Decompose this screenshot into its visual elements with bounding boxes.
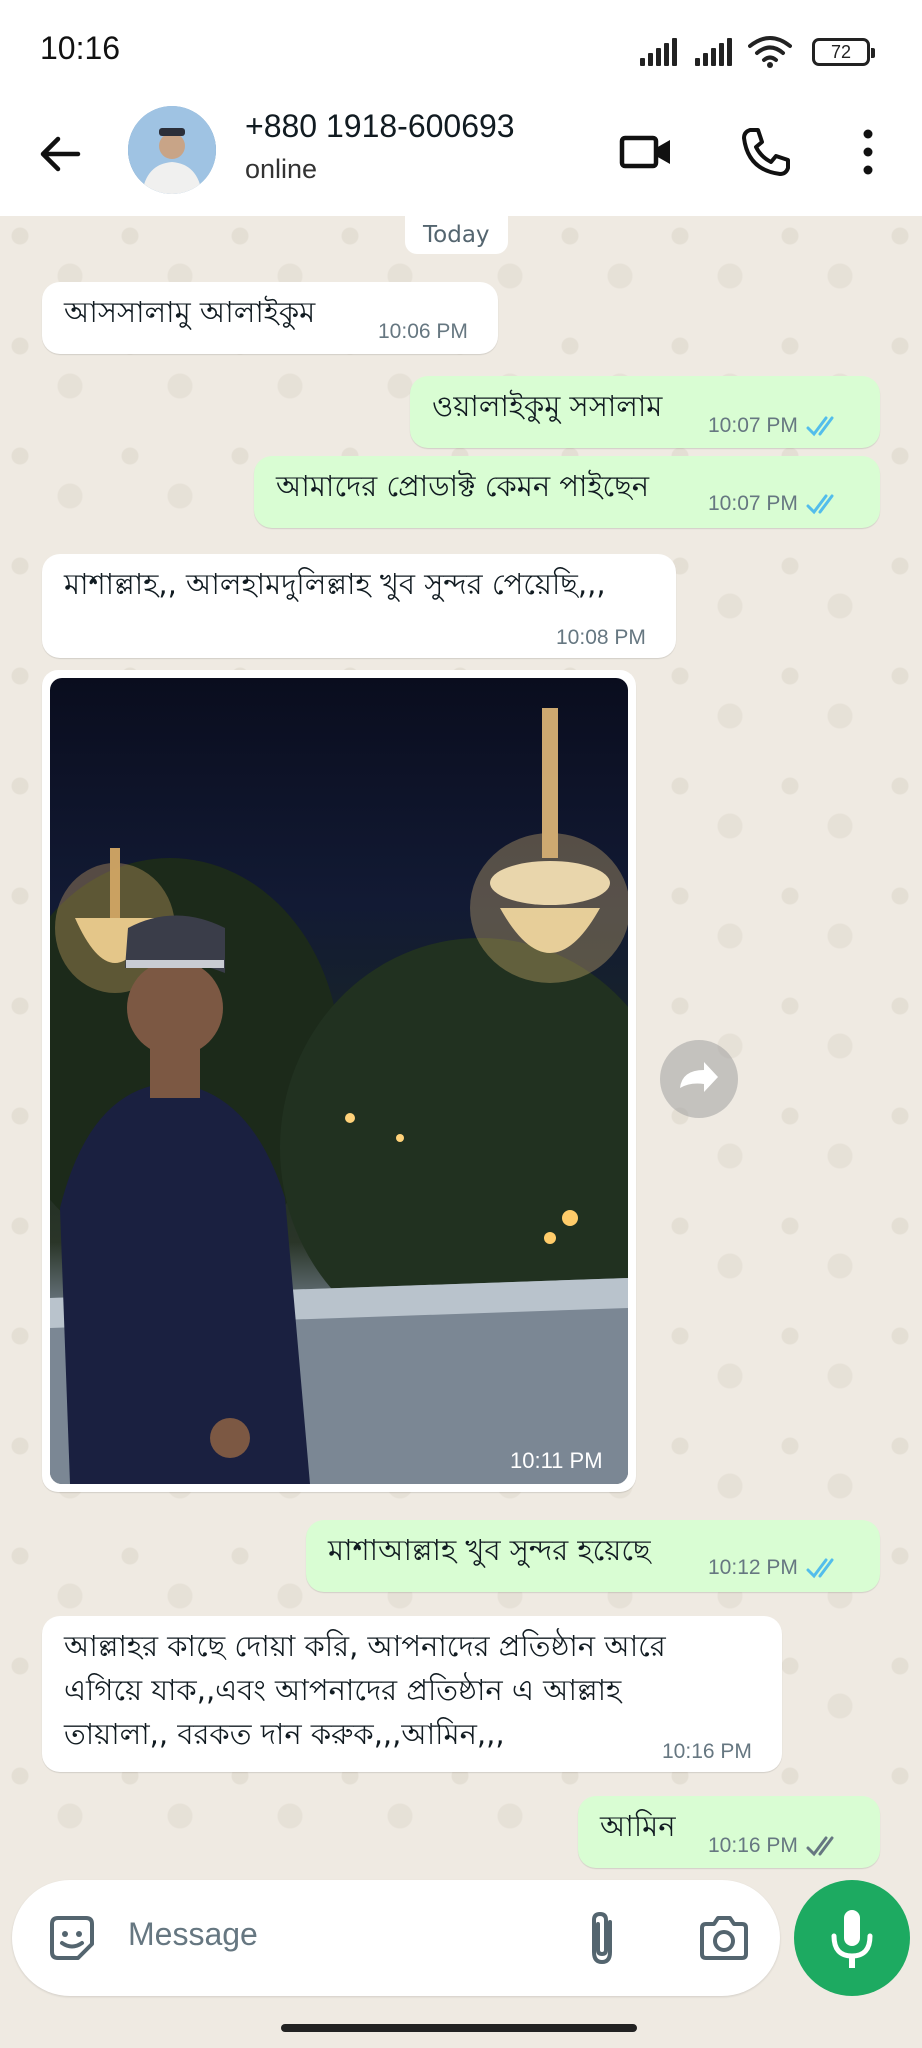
more-vertical-icon[interactable] (838, 122, 898, 182)
video-camera-icon[interactable] (616, 122, 676, 182)
status-icons: 72 (640, 32, 875, 72)
arrow-left-icon[interactable] (30, 124, 90, 184)
photo-thumbnail[interactable]: 10:11 PM (50, 678, 628, 1484)
message-time: 10:16 PM (662, 1740, 752, 1763)
message-text: আমিন (600, 1809, 676, 1843)
contact-name[interactable]: +880 1918-600693 (245, 108, 515, 145)
signal-icon (640, 38, 677, 66)
message-text-line: এগিয়ে যাক,,এবং আপনাদের প্রতিষ্ঠান এ আল্… (64, 1673, 622, 1707)
paperclip-icon[interactable] (582, 1908, 622, 1968)
message-text: আসসালামু আলাইকুম (64, 295, 316, 329)
image-time: 10:11 PM (510, 1448, 603, 1473)
message-time: 10:08 PM (556, 626, 646, 649)
microphone-icon (831, 1910, 873, 1968)
chat-header: +880 1918-600693 online (0, 100, 922, 216)
signal-icon-2 (695, 38, 732, 66)
message-time: 10:06 PM (378, 320, 468, 343)
forward-icon (680, 1062, 718, 1092)
message-time: 10:16 PM (708, 1834, 846, 1858)
date-divider: Today (405, 216, 508, 254)
message-text: আমাদের প্রোডাক্ট কেমন পাইছেন (276, 469, 650, 503)
read-receipt-icon (806, 1558, 834, 1579)
message-text: মাশাআল্লাহ খুব সুন্দর হয়েছে (328, 1533, 651, 1567)
photo-illustration (50, 708, 628, 1484)
message-text-line: আল্লাহর কাছে দোয়া করি, আপনাদের প্রতিষ্ঠ… (64, 1629, 666, 1663)
wifi-icon (748, 36, 792, 68)
microphone-button[interactable] (794, 1880, 910, 1996)
battery-level: 72 (830, 41, 852, 62)
battery-indicator: 72 (812, 38, 875, 66)
avatar-image (128, 106, 216, 194)
message-time: 10:07 PM (708, 414, 846, 438)
message-input-bar: Message (12, 1880, 780, 1996)
message-text: মাশাল্লাহ,, আলহামদুলিল্লাহ খুব সুন্দর পে… (64, 567, 606, 601)
image-message[interactable]: 10:11 PM (42, 670, 636, 1492)
contact-status: online (245, 154, 318, 184)
message-time: 10:07 PM (708, 492, 846, 516)
message-input[interactable]: Message (128, 1916, 258, 1953)
status-bar: 10:16 72 (0, 0, 922, 100)
delivered-receipt-icon (806, 1836, 834, 1857)
read-receipt-icon (806, 494, 834, 515)
status-time: 10:16 (40, 30, 121, 66)
phone-icon[interactable] (736, 122, 796, 182)
sticker-icon[interactable] (44, 1910, 100, 1966)
camera-icon[interactable] (696, 1910, 752, 1966)
home-gesture-handle[interactable] (281, 2024, 637, 2032)
message-text-line: তায়ালা,, বরকত দান করুক,,,আমিন,,, (64, 1717, 505, 1751)
read-receipt-icon (806, 416, 834, 437)
message-time: 10:12 PM (708, 1556, 846, 1580)
system-navigation-bar (0, 2000, 922, 2048)
message-text: ওয়ালাইকুমু সসালাম (432, 389, 663, 423)
avatar[interactable] (128, 106, 216, 194)
forward-button[interactable] (660, 1040, 738, 1118)
